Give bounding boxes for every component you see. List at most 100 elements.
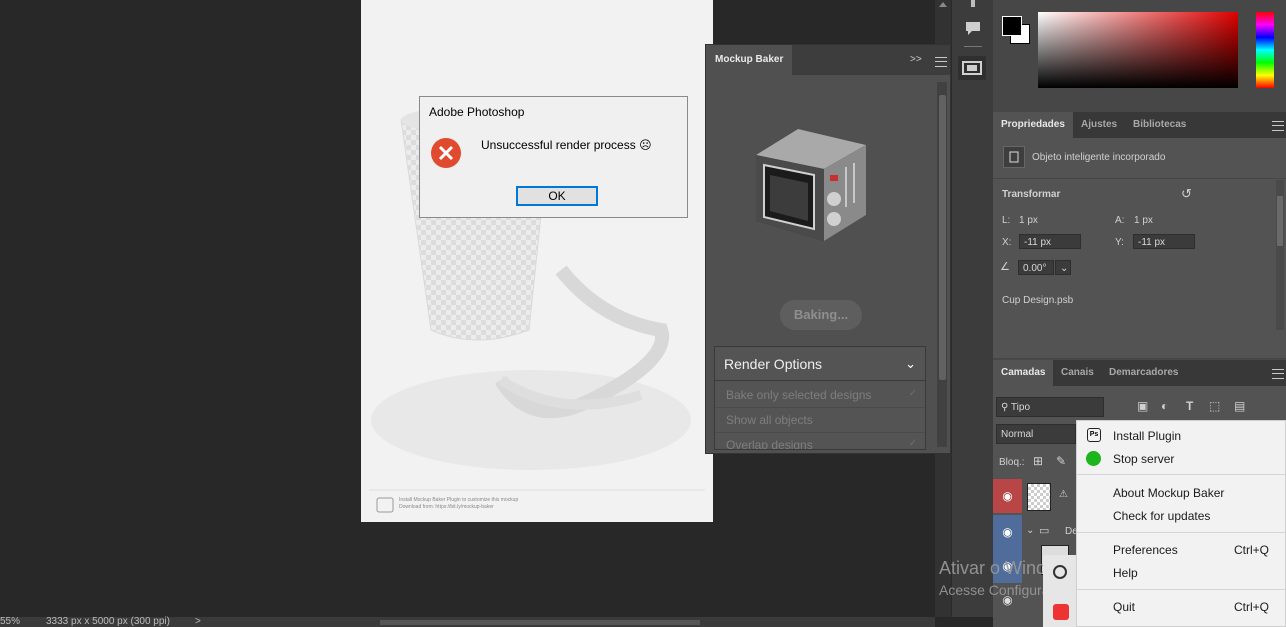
brush-icon[interactable] [965,0,981,10]
chevron-down-icon[interactable]: ⌄ [905,347,916,381]
filter-text-icon[interactable]: T [1186,399,1193,413]
document-size: 3333 px x 5000 px (300 ppi) [46,616,170,627]
object-type-label: Objeto inteligente incorporado [1032,152,1166,163]
menu-item-preferences[interactable]: Preferences Ctrl+Q [1077,539,1285,561]
properties-divider [993,178,1286,179]
hue-slider[interactable] [1256,12,1274,88]
tab-adjustments[interactable]: Ajustes [1073,112,1125,138]
properties-scrollbar[interactable] [1276,180,1284,330]
photoshop-icon: Ps [1087,428,1101,442]
render-option-row[interactable]: Overlap designs ✓ [715,433,925,449]
mockup-baker-panel: Mockup Baker >> Baking... Render Options… [705,44,951,454]
filter-image-icon[interactable]: ▣ [1137,399,1148,413]
folder-icon: ▭ [1039,525,1050,537]
tab-properties[interactable]: Propriedades [993,112,1073,138]
menu-item-shortcut: Ctrl+Q [1233,600,1269,614]
foreground-color-swatch[interactable] [1002,16,1022,36]
ok-button[interactable]: OK [516,186,598,206]
menu-separator [1077,532,1285,533]
blend-mode-select[interactable]: Normal [996,424,1076,444]
creative-cloud-tray-icon[interactable] [1053,565,1067,579]
render-option-label: Bake only selected designs [726,388,872,402]
horizontal-scrollbar[interactable] [380,620,700,625]
strip-divider [964,46,982,47]
menu-item-check-updates[interactable]: Check for updates [1077,505,1285,527]
cup-mockup-image [369,106,705,513]
baking-button[interactable]: Baking... [780,300,862,330]
menu-item-label: Preferences [1113,543,1178,557]
menu-item-quit[interactable]: Quit Ctrl+Q [1077,596,1285,618]
filter-shape-icon[interactable]: ⬚ [1209,399,1220,413]
render-options-section: Render Options ⌄ Bake only selected desi… [714,346,926,450]
check-icon: ✓ [908,438,917,449]
menu-separator [1077,474,1285,475]
angle-dropdown-icon[interactable]: ⌄ [1055,260,1071,275]
menu-item-install-plugin[interactable]: Ps Install Plugin [1077,425,1285,447]
tab-mockup-baker[interactable]: Mockup Baker [706,45,793,75]
menu-item-stop-server[interactable]: Stop server [1077,448,1285,470]
lock-paint-icon[interactable]: ✎ [1056,454,1066,468]
render-options-header[interactable]: Render Options ⌄ [715,347,925,381]
menu-item-label: Check for updates [1113,509,1211,523]
render-option-row[interactable]: Show all objects [715,408,925,433]
layers-menu-icon[interactable] [1272,369,1284,379]
layer-warning-icon: ⚠ [1059,489,1068,500]
status-arrow-icon[interactable]: > [195,617,201,627]
menu-item-label: Quit [1113,600,1136,614]
properties-body: Objeto inteligente incorporado Transform… [993,138,1286,358]
scroll-up-icon[interactable] [939,2,947,7]
layer-visibility-icon[interactable]: ◉ [993,479,1022,513]
render-option-row[interactable]: Bake only selected designs ✓ [715,383,925,408]
menu-item-about[interactable]: About Mockup Baker [1077,482,1285,504]
properties-menu-icon[interactable] [1272,121,1284,131]
mockup-baker-scroll-thumb[interactable] [939,95,946,380]
mockup-baker-header: Mockup Baker >> [706,45,950,75]
server-status-icon [1086,451,1101,466]
smart-object-icon [1003,146,1025,168]
filter-smartobject-icon[interactable]: ▤ [1234,399,1245,413]
layer-visibility-icon[interactable]: ◉ [993,515,1022,549]
y-position-input[interactable]: -11 px [1133,234,1195,249]
tab-layers[interactable]: Camadas [993,360,1054,386]
filter-adjustment-icon[interactable]: ◐ [1161,399,1168,413]
lock-pixels-icon[interactable]: ⊞ [1033,454,1043,468]
group-expand-icon[interactable]: ⌄ [1026,525,1034,536]
tab-libraries[interactable]: Bibliotecas [1125,112,1194,138]
angle-input[interactable]: 0.00° [1018,260,1054,275]
mockup-baker-menu-icon[interactable] [935,57,947,67]
tab-paths[interactable]: Demarcadores [1101,360,1186,386]
tray-overflow-area [1043,555,1076,627]
width-value[interactable]: 1 px [1019,215,1038,226]
lock-label: Bloq.: [999,457,1025,468]
color-picker-field[interactable] [1038,12,1238,88]
tab-channels[interactable]: Canais [1053,360,1102,386]
menu-item-label: Stop server [1113,452,1175,466]
reset-transform-icon[interactable]: ↺ [1181,186,1192,202]
render-options-title: Render Options [724,356,823,372]
comment-icon[interactable] [965,20,981,36]
oven-icon [756,129,866,241]
width-label: L: [1002,215,1011,226]
linked-file-name: Cup Design.psb [1002,295,1074,306]
color-panel [993,0,1286,110]
document-canvas[interactable]: Install Mockup Baker Plugin to customize… [361,0,713,522]
height-label: A: [1115,215,1125,226]
x-position-input[interactable]: -11 px [1019,234,1081,249]
dialog-message: Unsuccessful render process ☹ [481,138,652,152]
menu-item-help[interactable]: Help [1077,562,1285,584]
menu-item-shortcut: Ctrl+Q [1233,543,1269,557]
layer-filter-select[interactable]: ⚲ Tipo [996,397,1104,417]
properties-panel-icon[interactable] [958,56,986,80]
angle-icon: ∠ [1000,261,1010,273]
status-bar: 55% 3333 px x 5000 px (300 ppi) > [0,617,935,627]
menu-separator [1077,589,1285,590]
y-label: Y: [1115,237,1124,248]
zoom-level[interactable]: 55% [0,617,20,627]
render-option-label: Show all objects [726,413,813,427]
transform-heading: Transformar [1002,189,1061,200]
mockup-baker-tray-icon[interactable] [1053,604,1069,620]
properties-tabbar: Propriedades Ajustes Bibliotecas [993,112,1286,138]
tray-context-menu: Ps Install Plugin Stop server About Mock… [1076,420,1286,627]
panel-collapse-icon[interactable]: >> [910,54,922,65]
height-value[interactable]: 1 px [1134,215,1153,226]
